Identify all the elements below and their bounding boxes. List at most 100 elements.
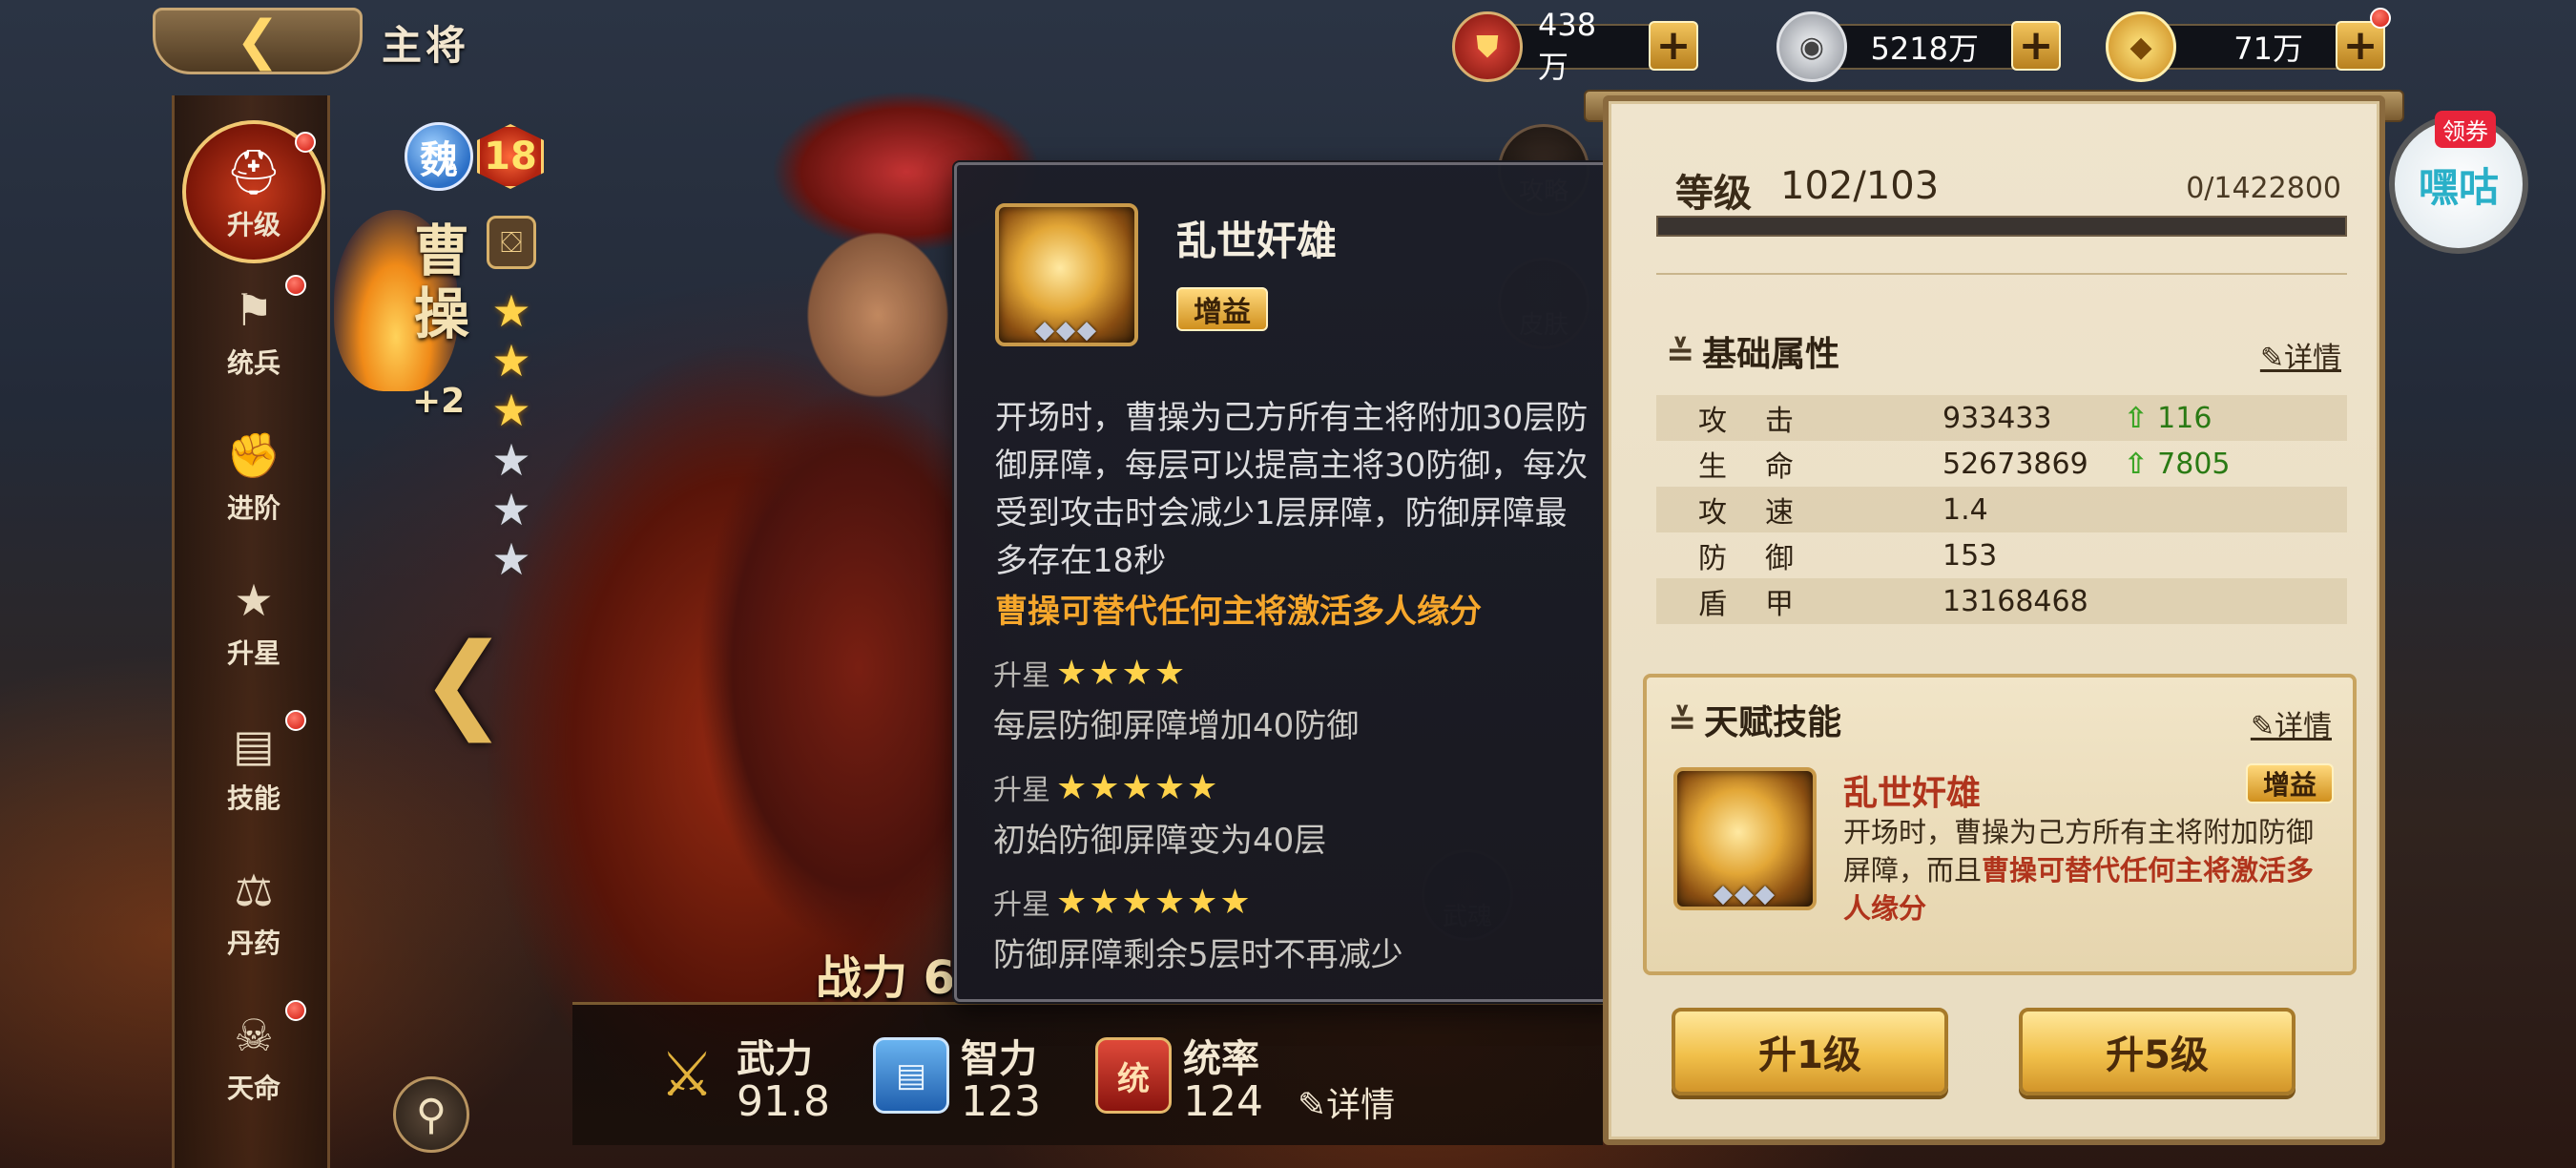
fist-up-icon: ✊ <box>226 428 281 481</box>
faction-badge: 魏 <box>405 122 473 191</box>
hero-plus-level: +2 <box>412 382 466 421</box>
talent-detail-link[interactable]: ✎详情 <box>2251 702 2332 744</box>
attr-increase: ⇧ 7805 <box>2124 448 2231 481</box>
nav-label: 天命 <box>226 1073 280 1104</box>
level-up-5-button[interactable]: 升5级 <box>2019 1008 2296 1095</box>
coupon-floating-widget[interactable]: 领券 嘿咕 <box>2389 111 2528 254</box>
stats-detail-link[interactable]: ✎详情 <box>1298 1077 1395 1127</box>
hero-stars: ★ ★ ★ ★ ★ ★ <box>487 286 540 584</box>
arrow-up-icon: ⇧ <box>2124 401 2149 435</box>
attr-name: 攻速 <box>1698 496 1832 530</box>
edit-icon: ✎ <box>2259 342 2284 375</box>
helmet-icon: ⛑ <box>225 145 282 198</box>
stat-label: 武力 <box>737 1037 813 1081</box>
star-empty-icon: ★ <box>491 434 531 486</box>
detail-label: 详情 <box>1326 1086 1396 1125</box>
upgrade-stars: ★★★★ <box>1056 653 1188 693</box>
attribute-table: 攻击 933433 ⇧ 116 生命 52673869 ⇧ 7805 攻速 1.4 … <box>1656 395 2347 624</box>
add-silver-button[interactable]: + <box>2011 21 2061 71</box>
notification-dot <box>2370 8 2391 29</box>
nav-label: 统兵 <box>226 347 280 379</box>
left-nav: ⛑ 升级 ⚑ 统兵 ✊ 进阶 ★ 升星 ▤ 技能 ⚖ 丹药 ☠ 天命 <box>172 95 330 1168</box>
section-chevron-icon: ≚ <box>1666 335 1695 374</box>
level-up-1-button[interactable]: 升1级 <box>1672 1008 1948 1095</box>
page-title: 主将 <box>382 22 470 69</box>
nav-item-upgrade[interactable]: ⛑ 升级 <box>182 120 325 263</box>
attributes-detail-link[interactable]: ✎详情 <box>2260 334 2341 376</box>
power-label: 战力 <box>816 951 908 1005</box>
notification-dot <box>285 710 306 731</box>
stat-value: 123 <box>961 1077 1041 1126</box>
currency-value: 5218万 <box>1870 31 1979 67</box>
attr-row-attack: 攻击 933433 ⇧ 116 <box>1656 395 2347 441</box>
section-title-text: 天赋技能 <box>1704 703 1842 742</box>
nav-label: 技能 <box>226 782 280 814</box>
add-troop-token-button[interactable]: + <box>1649 21 1698 71</box>
upgrade-tier-4: 升星 ★★★★ 每层防御屏障增加40防御 <box>993 652 1604 746</box>
upgrade-label: 升星 <box>993 774 1050 807</box>
nav-label: 升星 <box>226 637 280 669</box>
section-chevron-icon: ≚ <box>1668 703 1697 742</box>
skill-icon: ◆◆◆ <box>995 203 1138 346</box>
arrow-up-icon: ⇧ <box>2124 447 2149 481</box>
attr-name: 盾甲 <box>1698 588 1832 621</box>
level-value: 102/103 <box>1780 164 1940 208</box>
section-title-text: 基础属性 <box>1702 335 1840 374</box>
currency-value: 71万 <box>2233 31 2303 67</box>
star-filled-icon: ★ <box>491 385 531 436</box>
prev-hero-arrow-icon[interactable]: ❮ <box>420 620 508 742</box>
detail-label: 详情 <box>2284 342 2341 375</box>
level-panel: 等级 102/103 0/1422800 ≚ 基础属性 ✎详情 攻击 933433… <box>1603 95 2385 1145</box>
widget-text: 嘿咕 <box>2418 163 2499 211</box>
attr-increase-value: 116 <box>2157 401 2212 435</box>
buff-tag: 增益 <box>1176 287 1268 331</box>
combat-power: 战力 6 <box>816 940 955 1007</box>
nav-item-star-up[interactable]: ★ 升星 <box>196 557 312 683</box>
star-filled-icon: ★ <box>491 335 531 386</box>
stat-value: 91.8 <box>737 1077 830 1126</box>
search-button[interactable]: ⚲ <box>393 1076 469 1153</box>
command-badge-text: 统 <box>1117 1059 1150 1098</box>
notification-dot <box>285 1000 306 1021</box>
nav-item-potion[interactable]: ⚖ 丹药 <box>196 847 312 973</box>
scroll-blue-icon: ▤ <box>873 1037 949 1114</box>
skill-description: 开场时，曹操为己方所有主将附加30层防御屏障，每层可以提高主将30防御，每次受到… <box>995 399 1589 580</box>
class-shield-icon: ⛋ <box>487 216 536 269</box>
exp-text: 0/1422800 <box>2186 172 2341 205</box>
detail-label: 详情 <box>2275 710 2332 743</box>
coupon-tag: 领券 <box>2435 111 2496 148</box>
star-empty-icon: ★ <box>491 533 531 585</box>
crossed-swords-icon: ⚔ <box>659 1040 715 1111</box>
level-label: 等级 <box>1675 172 1752 216</box>
currency-value: 438万 <box>1538 7 1597 85</box>
attr-value: 933433 <box>1942 401 2052 435</box>
stat-label: 统率 <box>1183 1037 1259 1081</box>
currency-silver: 5218万 ◉ + <box>1776 11 2061 82</box>
upgrade-stars: ★★★★★★ <box>1056 882 1253 922</box>
power-value: 6 <box>923 951 956 1005</box>
skill-tooltip: ◆◆◆ 乱世奸雄 增益 开场时，曹操为己方所有主将附加30层防御屏障，每层可以提… <box>954 162 1622 1002</box>
nav-item-command-troops[interactable]: ⚑ 统兵 <box>196 267 312 393</box>
skill-highlight: 曹操可替代任何主将激活多人缘分 <box>995 593 1482 631</box>
base-attributes-title: ≚ 基础属性 <box>1666 326 1839 376</box>
upgrade-label: 升星 <box>993 888 1050 922</box>
notification-dot <box>295 132 316 153</box>
back-chevron-icon: ❮ <box>235 10 280 72</box>
talent-skill-icon[interactable]: ◆◆◆ <box>1673 767 1817 910</box>
star-filled-icon: ★ <box>491 285 531 337</box>
shield-emblem-icon: ⛊ <box>1452 11 1523 82</box>
currency-gold: 71万 ◆ + <box>2106 8 2391 82</box>
attr-row-attack-speed: 攻速 1.4 <box>1656 487 2347 532</box>
nav-item-destiny[interactable]: ☠ 天命 <box>196 992 312 1118</box>
upgrade-tier-6: 升星 ★★★★★★ 防御屏障剩余5层时不再减少 <box>993 881 1604 975</box>
attr-row-shield: 盾甲 13168468 <box>1656 578 2347 624</box>
nav-item-advance[interactable]: ✊ 进阶 <box>196 412 312 538</box>
talent-skill-description: 开场时，曹操为己方所有主将附加防御屏障，而且曹操可替代任何主将激活多人缘分 <box>1843 813 2320 928</box>
back-button[interactable]: ❮ <box>153 8 363 74</box>
attr-value: 13168468 <box>1942 584 2088 618</box>
edit-icon: ✎ <box>1298 1086 1327 1125</box>
nav-item-skills[interactable]: ▤ 技能 <box>196 702 312 828</box>
gold-ingot-icon: ◆ <box>2106 11 2176 82</box>
attr-value: 153 <box>1942 538 1998 573</box>
nav-label: 升级 <box>226 209 280 240</box>
